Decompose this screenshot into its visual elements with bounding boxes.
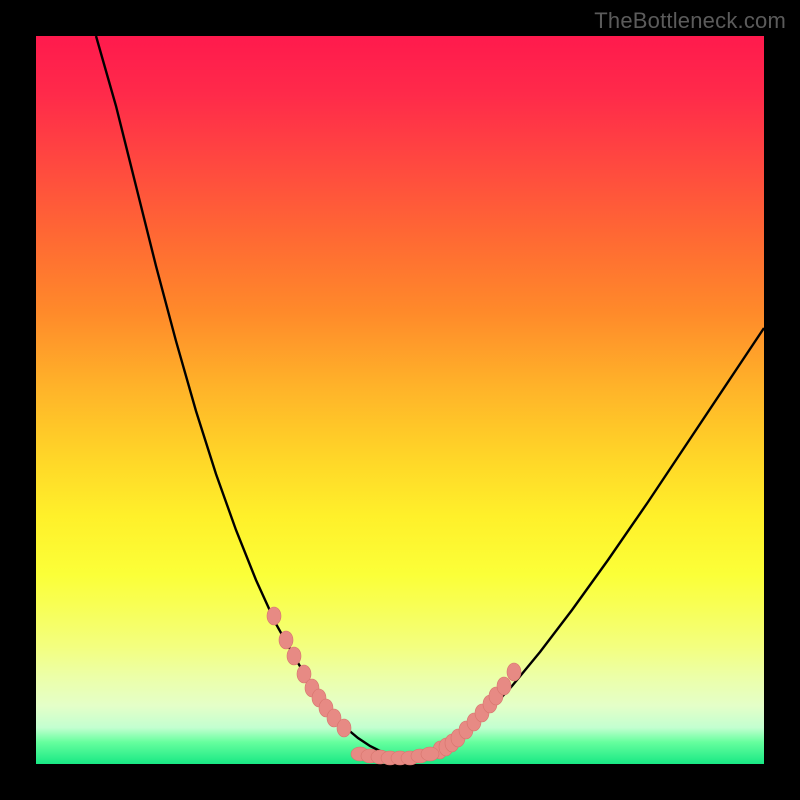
right-dot-cluster [433, 663, 521, 759]
data-dot [497, 677, 511, 695]
left-dot-cluster [267, 607, 351, 737]
data-dot [337, 719, 351, 737]
data-dot [279, 631, 293, 649]
bottom-dot-cluster [351, 747, 439, 765]
data-dot [507, 663, 521, 681]
data-dot [267, 607, 281, 625]
bottleneck-curve [96, 36, 764, 758]
plot-area [36, 36, 764, 764]
chart-frame: TheBottleneck.com [0, 0, 800, 800]
data-dot [421, 747, 439, 761]
data-dot [287, 647, 301, 665]
curve-svg [36, 36, 764, 764]
attribution-text: TheBottleneck.com [594, 8, 786, 34]
